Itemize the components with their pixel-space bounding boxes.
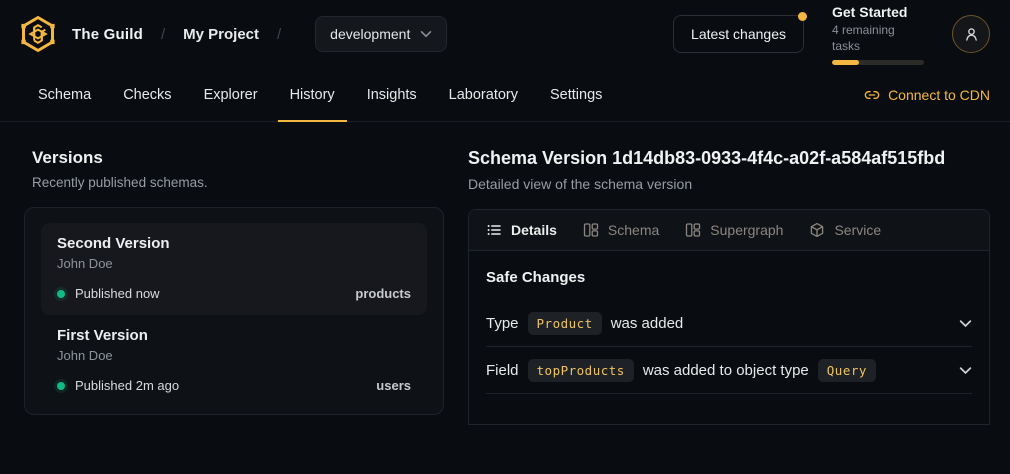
version-list-item[interactable]: First Version John Doe Published 2m ago …	[41, 315, 427, 407]
chevron-down-icon[interactable]	[959, 366, 972, 375]
published-status-dot	[57, 382, 65, 390]
detail-tab-label: Service	[834, 222, 881, 238]
detail-tab-label: Schema	[608, 222, 659, 238]
safe-changes-heading: Safe Changes	[486, 269, 972, 286]
version-meta: Published now products	[57, 286, 411, 301]
version-author: John Doe	[57, 348, 411, 363]
target-selector[interactable]: development	[315, 16, 447, 52]
header-actions: Latest changes Get Started 4 remaining t…	[673, 3, 990, 65]
tab-checks[interactable]: Checks	[123, 68, 171, 121]
get-started-subtitle: 4 remaining tasks	[832, 22, 924, 54]
chevron-down-icon	[420, 30, 432, 38]
change-description: Type Product was added	[486, 312, 683, 335]
schema-version-subtitle: Detailed view of the schema version	[468, 176, 990, 192]
version-service-name: products	[355, 286, 411, 301]
tab-laboratory[interactable]: Laboratory	[449, 68, 518, 121]
change-text: was added	[611, 315, 684, 332]
main-content: Versions Recently published schemas. Sec…	[0, 122, 1010, 425]
tab-insights[interactable]: Insights	[367, 68, 417, 121]
get-started-title: Get Started	[832, 3, 924, 21]
breadcrumb-separator: /	[161, 26, 165, 43]
published-status-dot	[57, 290, 65, 298]
detail-tabstrip: Details Schema	[469, 210, 989, 251]
notification-dot	[798, 12, 807, 21]
version-name: Second Version	[57, 235, 411, 252]
version-name: First Version	[57, 327, 411, 344]
target-selector-value: development	[330, 26, 410, 42]
versions-title: Versions	[32, 148, 444, 168]
change-description: Field topProducts was added to object ty…	[486, 359, 876, 382]
version-detail-panel: Details Schema	[468, 209, 990, 425]
connect-to-cdn-label: Connect to CDN	[888, 87, 990, 103]
code-chip: Query	[818, 359, 876, 382]
user-icon	[963, 26, 980, 43]
detail-tab-label: Details	[511, 222, 557, 238]
tab-settings[interactable]: Settings	[550, 68, 602, 121]
change-text: Field	[486, 362, 519, 379]
detail-body: Safe Changes Type Product was added	[469, 251, 989, 394]
version-author: John Doe	[57, 256, 411, 271]
change-text: Type	[486, 315, 519, 332]
list-bullet-icon	[486, 222, 502, 238]
version-list-item[interactable]: Second Version John Doe Published now pr…	[41, 223, 427, 315]
detail-tab-schema[interactable]: Schema	[583, 222, 659, 238]
detail-tab-supergraph[interactable]: Supergraph	[685, 222, 783, 238]
versions-list: Second Version John Doe Published now pr…	[24, 207, 444, 415]
version-service-name: users	[376, 378, 411, 393]
version-status: Published 2m ago	[75, 378, 179, 393]
version-meta: Published 2m ago users	[57, 378, 411, 393]
columns-icon	[583, 222, 599, 238]
breadcrumb-separator: /	[277, 26, 281, 43]
link-icon	[864, 87, 880, 103]
tab-history[interactable]: History	[290, 68, 335, 121]
user-avatar[interactable]	[952, 15, 990, 53]
project-tabs: Schema Checks Explorer History Insights …	[38, 68, 602, 121]
columns-icon	[685, 222, 701, 238]
version-detail-column: Schema Version 1d14db83-0933-4f4c-a02f-a…	[468, 148, 990, 425]
get-started-widget[interactable]: Get Started 4 remaining tasks	[832, 3, 924, 65]
schema-version-title: Schema Version 1d14db83-0933-4f4c-a02f-a…	[468, 148, 990, 169]
latest-changes-label: Latest changes	[691, 26, 786, 42]
version-status: Published now	[75, 286, 160, 301]
detail-tab-details[interactable]: Details	[486, 222, 557, 238]
change-text: was added to object type	[643, 362, 809, 379]
hive-logo-icon[interactable]	[18, 14, 58, 54]
get-started-progressbar	[832, 60, 924, 65]
detail-tab-service[interactable]: Service	[809, 222, 881, 238]
detail-tab-label: Supergraph	[710, 222, 783, 238]
tab-schema[interactable]: Schema	[38, 68, 91, 121]
versions-subtitle: Recently published schemas.	[32, 175, 444, 190]
get-started-progress-fill	[832, 60, 859, 65]
org-name[interactable]: The Guild	[72, 26, 143, 43]
breadcrumb: The Guild / My Project / development	[18, 14, 447, 54]
project-tabbar: Schema Checks Explorer History Insights …	[0, 68, 1010, 122]
connect-to-cdn-link[interactable]: Connect to CDN	[864, 68, 990, 121]
versions-column: Versions Recently published schemas. Sec…	[24, 148, 444, 425]
code-chip: Product	[528, 312, 602, 335]
latest-changes-button[interactable]: Latest changes	[673, 15, 804, 53]
tab-explorer[interactable]: Explorer	[204, 68, 258, 121]
cube-icon	[809, 222, 825, 238]
chevron-down-icon[interactable]	[959, 319, 972, 328]
app-header: The Guild / My Project / development Lat…	[0, 0, 1010, 68]
code-chip: topProducts	[528, 359, 634, 382]
project-name[interactable]: My Project	[183, 26, 259, 43]
change-row[interactable]: Type Product was added	[486, 300, 972, 347]
change-row[interactable]: Field topProducts was added to object ty…	[486, 347, 972, 394]
